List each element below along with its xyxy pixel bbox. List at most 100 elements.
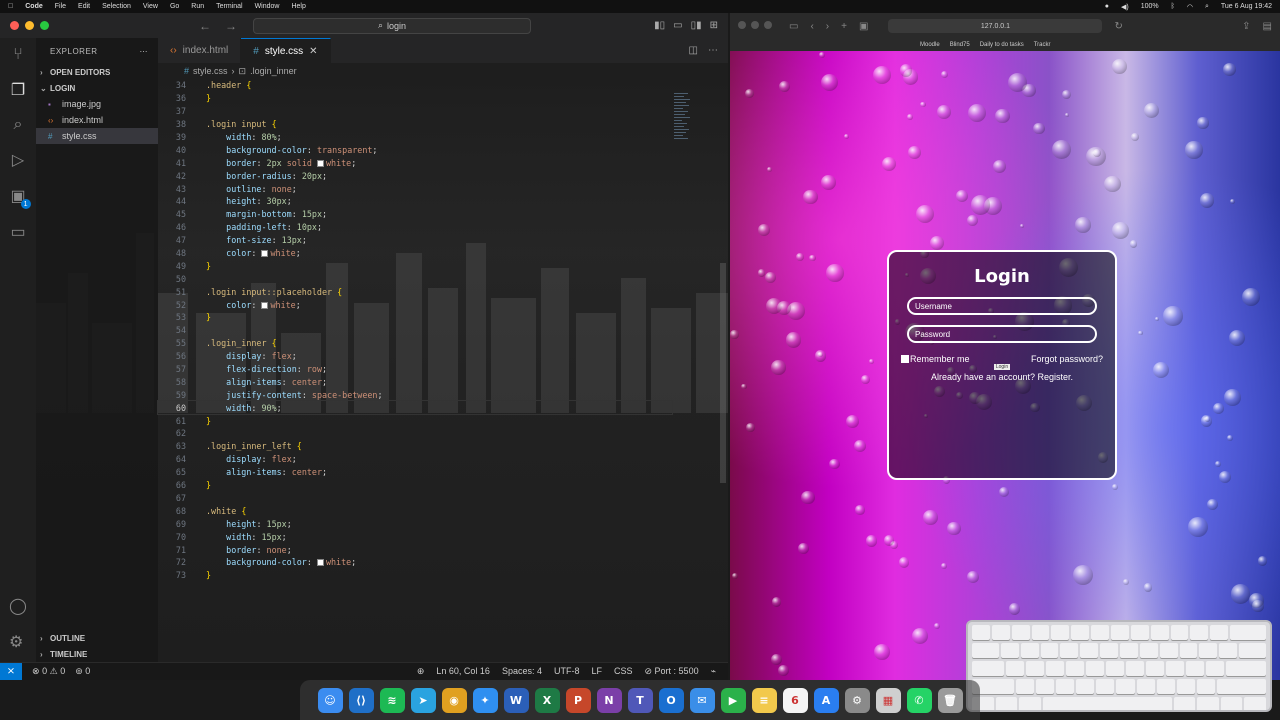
notes-icon[interactable]: ≡ xyxy=(751,687,777,713)
forgot-password-link[interactable]: Forgot password? xyxy=(1031,354,1103,364)
menu-code[interactable]: Code xyxy=(25,3,43,10)
source-control-icon[interactable]: ⑂ xyxy=(13,46,23,64)
excel-icon[interactable]: X xyxy=(534,687,560,713)
code-line[interactable]: 54 xyxy=(158,324,672,337)
menu-terminal[interactable]: Terminal xyxy=(216,3,242,10)
bluetooth-icon[interactable]: ᛒ xyxy=(1171,3,1175,10)
remote-indicator-icon[interactable]: ⨯ xyxy=(0,663,22,680)
code-line[interactable]: 36} xyxy=(158,92,672,105)
menu-help[interactable]: Help xyxy=(291,3,305,10)
end-of-line[interactable]: LF xyxy=(591,666,602,677)
share-icon[interactable]: ⇪ xyxy=(1242,21,1250,32)
code-line[interactable]: 42 border-radius: 20px; xyxy=(158,169,672,182)
powerpoint-icon[interactable]: P xyxy=(565,687,591,713)
facetime-icon[interactable]: ▶ xyxy=(720,687,746,713)
extensions-icon[interactable]: ▣ 1 xyxy=(10,186,31,209)
back-arrow-icon[interactable]: ← xyxy=(199,19,211,33)
code-line[interactable]: 48 color: white; xyxy=(158,247,672,260)
record-icon[interactable]: ● xyxy=(1105,3,1109,10)
bookmark-daily-tasks[interactable]: Daily to do tasks xyxy=(980,42,1024,48)
code-line[interactable]: 67 xyxy=(158,492,672,505)
menu-edit[interactable]: Edit xyxy=(78,3,90,10)
teams-icon[interactable]: T xyxy=(627,687,653,713)
code-line[interactable]: 39 width: 80%; xyxy=(158,131,672,144)
file-item-image[interactable]: ▪ image.jpg xyxy=(36,96,158,112)
telegram-icon[interactable]: ➤ xyxy=(410,687,436,713)
ports-status[interactable]: ⊚ 0 xyxy=(75,666,90,677)
mail-icon[interactable]: ✉ xyxy=(689,687,715,713)
app-store-icon[interactable]: A xyxy=(813,687,839,713)
tab-style-css[interactable]: # style.css ✕ xyxy=(241,38,331,63)
problems-status[interactable]: ⊗ 0 ⚠ 0 xyxy=(32,666,65,677)
code-line[interactable]: 57 flex-direction: row; xyxy=(158,363,672,376)
open-editors-section[interactable]: › OPEN EDITORS xyxy=(36,64,158,80)
code-line[interactable]: 46 padding-left: 10px; xyxy=(158,221,672,234)
launchpad-icon[interactable]: ▦ xyxy=(875,687,901,713)
breadcrumb-symbol[interactable]: .login_inner xyxy=(250,66,297,76)
battery-label[interactable]: 100% xyxy=(1141,3,1159,10)
code-line[interactable]: 60 width: 90%; xyxy=(157,400,673,416)
notifications-icon[interactable]: ⌁ xyxy=(711,666,716,677)
account-icon[interactable]: ◯ xyxy=(9,596,27,616)
back-arrow-icon[interactable]: ‹ xyxy=(810,21,813,32)
volume-icon[interactable]: ◀) xyxy=(1121,3,1129,11)
file-item-index-html[interactable]: ‹› index.html xyxy=(36,112,158,128)
code-line[interactable]: 56 display: flex; xyxy=(158,350,672,363)
code-line[interactable]: 49} xyxy=(158,259,672,272)
folder-section[interactable]: ⌄ LOGIN xyxy=(36,80,158,96)
customize-layout-icon[interactable]: ⊞ xyxy=(710,20,718,31)
code-line[interactable]: 72 background-color: white; xyxy=(158,556,672,569)
wifi-icon[interactable]: ◠ xyxy=(1187,3,1193,11)
code-line[interactable]: 43 outline: none; xyxy=(158,182,672,195)
close-window-button[interactable] xyxy=(738,20,746,29)
code-line[interactable]: 58 align-items: center; xyxy=(158,375,672,388)
command-center-search[interactable]: ⌕ login xyxy=(253,17,531,34)
whatsapp-icon[interactable]: ✆ xyxy=(906,687,932,713)
zoom-window-button[interactable] xyxy=(764,20,772,29)
tab-index-html[interactable]: ‹› index.html xyxy=(158,38,242,63)
code-line[interactable]: 68 .white { xyxy=(158,504,672,517)
toggle-panel-icon[interactable]: ▭ xyxy=(673,20,682,31)
code-line[interactable]: 34 .header { xyxy=(158,79,672,92)
new-tab-icon[interactable]: + xyxy=(841,21,847,32)
tab-overview-icon[interactable]: ▣ xyxy=(859,21,868,32)
close-tab-icon[interactable]: ✕ xyxy=(309,46,317,57)
menu-run[interactable]: Run xyxy=(191,3,204,10)
username-input[interactable]: Username xyxy=(907,297,1097,315)
code-line[interactable]: 61} xyxy=(158,414,672,427)
minimize-window-button[interactable] xyxy=(751,20,759,29)
vscode-icon[interactable]: ⟨⟩ xyxy=(348,687,374,713)
onenote-icon[interactable]: N xyxy=(596,687,622,713)
code-line[interactable]: 73} xyxy=(158,569,672,582)
code-line[interactable]: 45 margin-bottom: 15px; xyxy=(158,208,672,221)
code-line[interactable]: 47 font-size: 13px; xyxy=(158,234,672,247)
close-window-button[interactable] xyxy=(10,21,19,30)
address-bar[interactable]: 127.0.0.1 xyxy=(888,19,1103,33)
calendar-icon[interactable]: 6 xyxy=(782,687,808,713)
bookmark-trackr[interactable]: Trackr xyxy=(1034,42,1051,48)
outline-section[interactable]: › OUTLINE xyxy=(36,630,158,646)
clock[interactable]: Tue 6 Aug 19:42 xyxy=(1221,3,1272,10)
bookmark-blind75[interactable]: Blind75 xyxy=(950,42,970,48)
explorer-icon[interactable]: ❐ xyxy=(11,80,25,100)
code-line[interactable]: 66} xyxy=(158,479,672,492)
indentation[interactable]: Spaces: 4 xyxy=(502,666,542,677)
trash-icon[interactable]: 🗑 xyxy=(937,687,963,713)
timeline-section[interactable]: › TIMELINE xyxy=(36,646,158,662)
breadcrumb-file[interactable]: style.css xyxy=(193,66,228,76)
menu-window[interactable]: Window xyxy=(255,3,280,10)
menu-file[interactable]: File xyxy=(55,3,66,10)
menu-view[interactable]: View xyxy=(143,3,158,10)
remote-explorer-icon[interactable]: ▭ xyxy=(10,222,25,242)
split-editor-icon[interactable]: ◫ xyxy=(689,45,698,56)
code-line[interactable]: 69 height: 15px; xyxy=(158,517,672,530)
zoom-icon[interactable]: ⊕ xyxy=(417,666,425,677)
code-line[interactable]: 64 display: flex; xyxy=(158,453,672,466)
word-icon[interactable]: W xyxy=(503,687,529,713)
bookmark-moodle[interactable]: Moodle xyxy=(920,42,940,48)
code-line[interactable]: 71 border: none; xyxy=(158,543,672,556)
password-input[interactable]: Password xyxy=(907,325,1097,343)
menu-go[interactable]: Go xyxy=(170,3,179,10)
remember-checkbox[interactable] xyxy=(901,355,909,363)
code-line[interactable]: 41 border: 2px solid white; xyxy=(158,156,672,169)
